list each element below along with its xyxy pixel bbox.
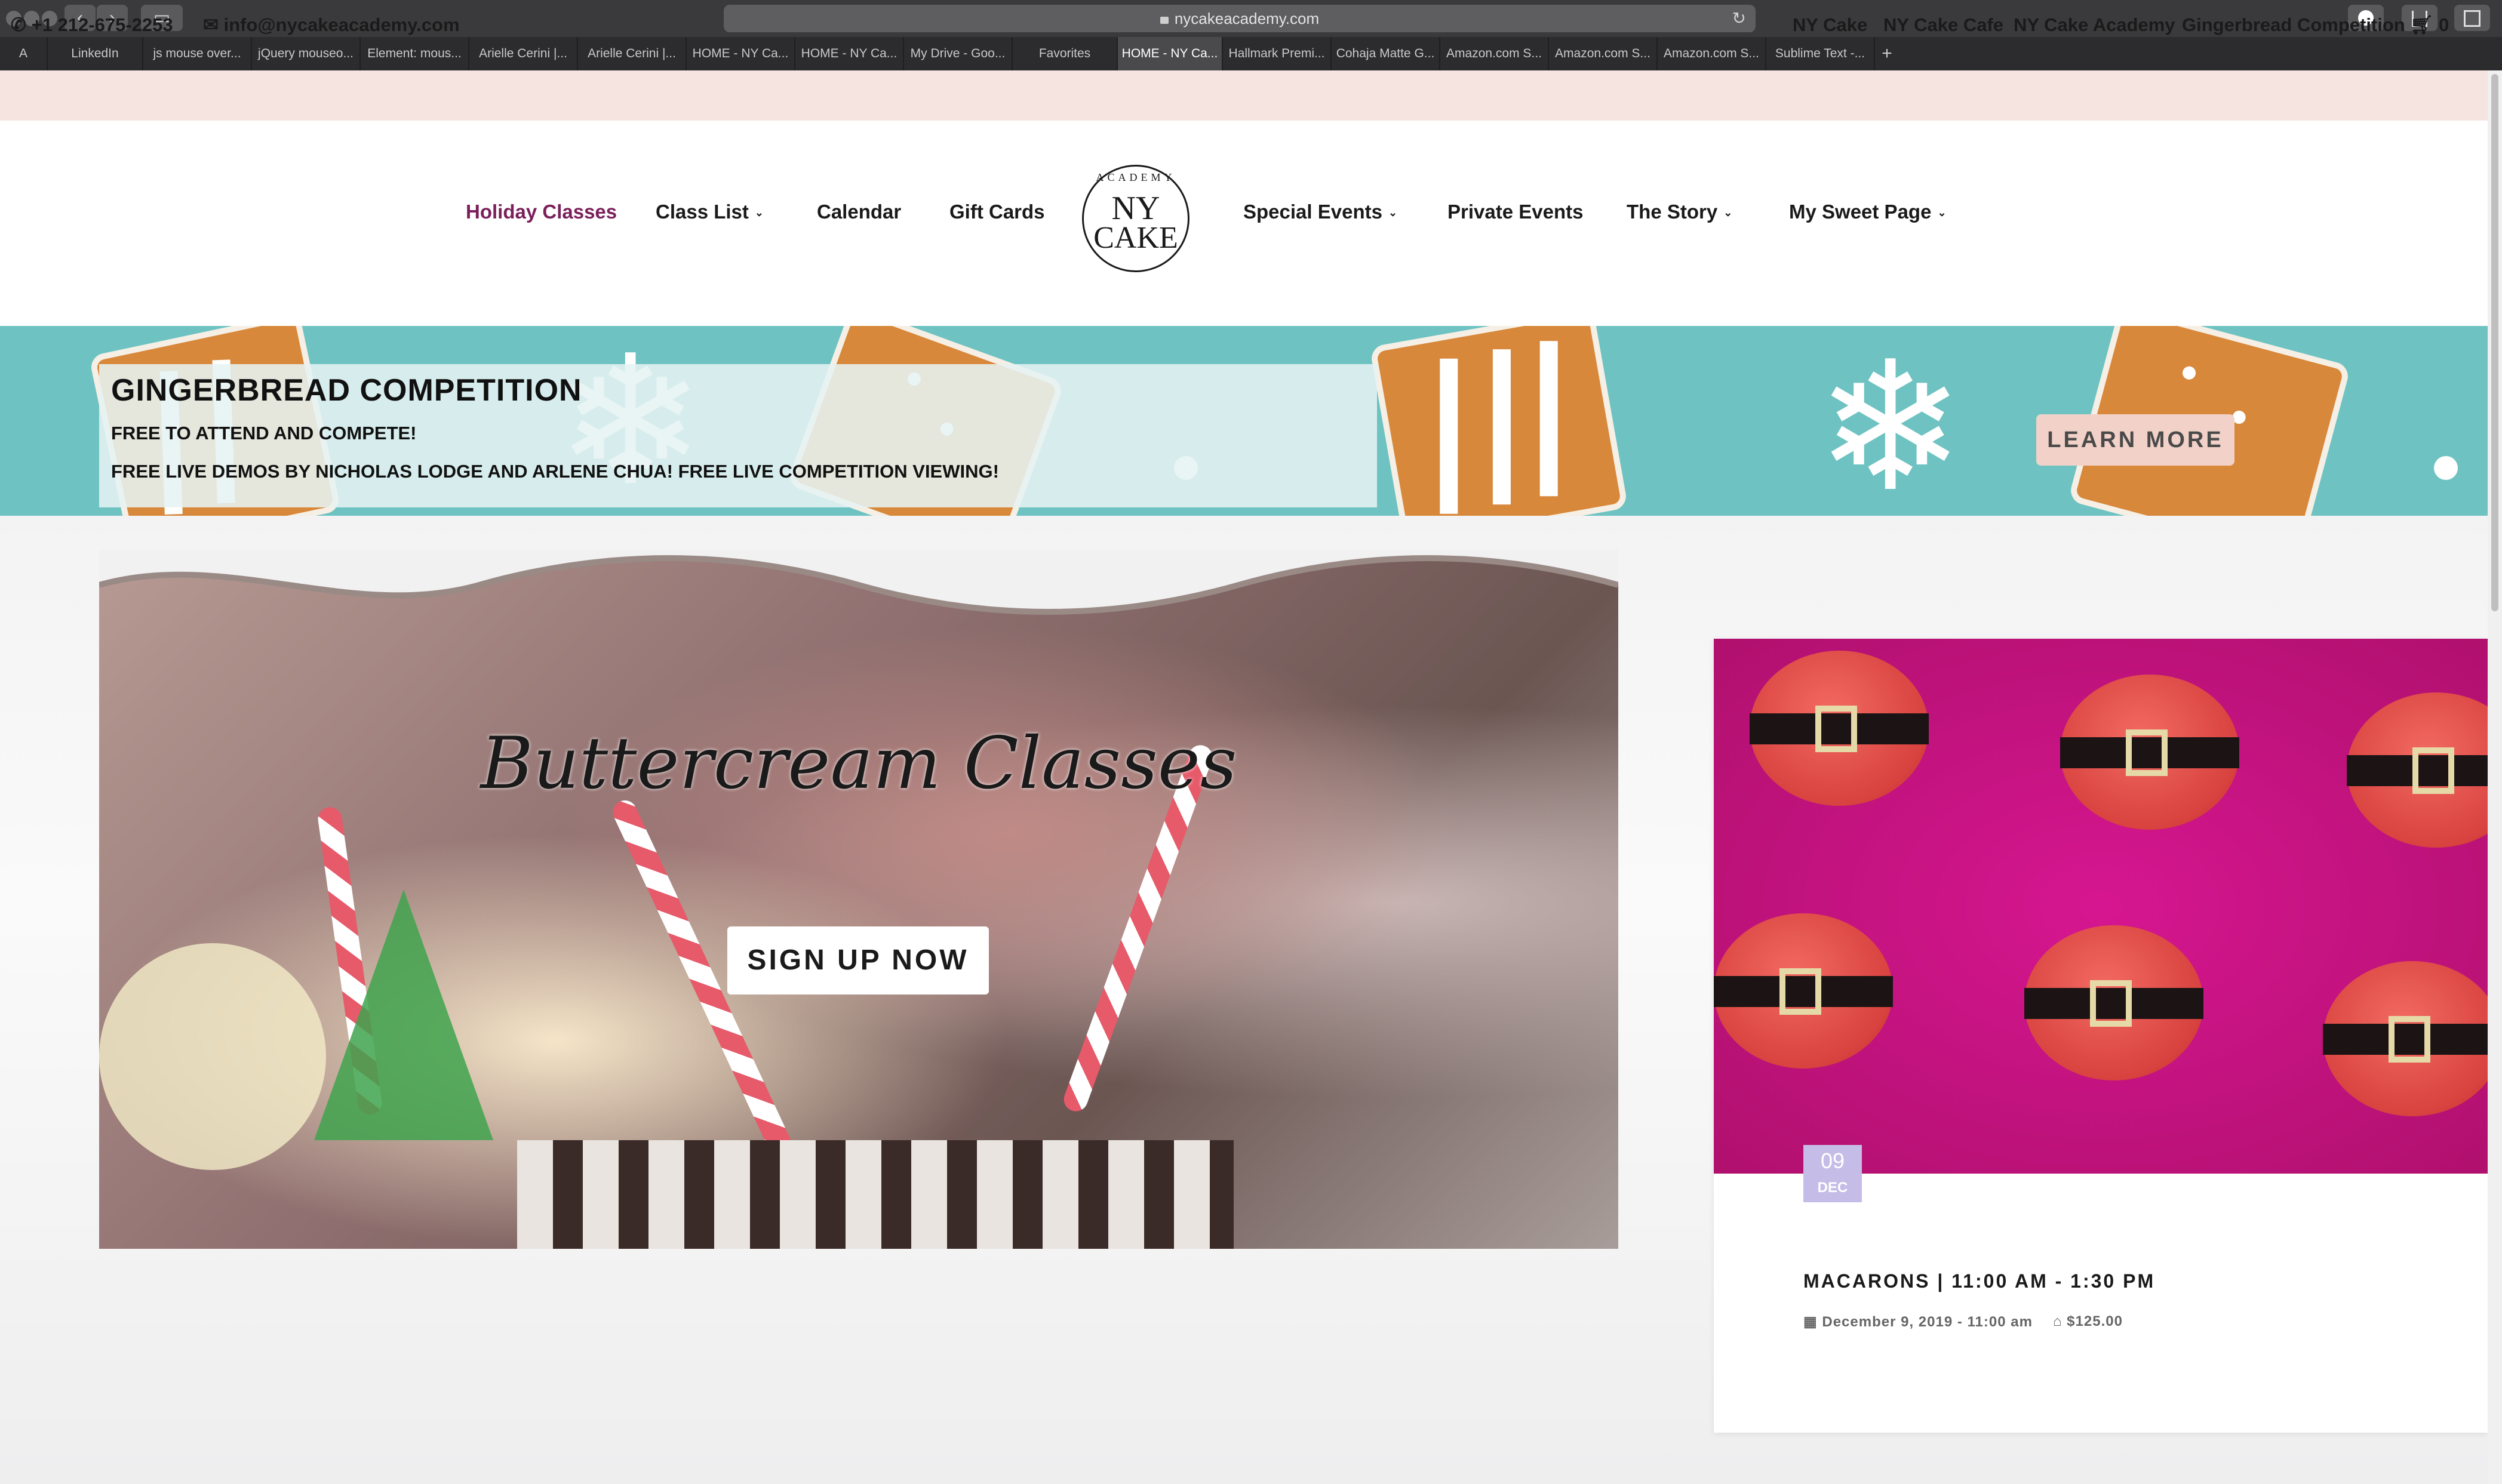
nav-class-list[interactable]: Class List ⌄ — [656, 197, 764, 227]
chevron-down-icon: ⌄ — [1388, 207, 1398, 218]
top-link-ny-cake-cafe[interactable]: NY Cake Cafe — [1883, 0, 2003, 50]
browser-tab[interactable]: Amazon.com S... — [1440, 37, 1549, 70]
browser-tab[interactable]: HOME - NY Ca... — [1118, 37, 1223, 70]
event-date: ▦ December 9, 2019 - 11:00 am — [1803, 1313, 2033, 1331]
tabs-overview-button[interactable] — [2454, 5, 2490, 31]
event-day: 09 — [1820, 1149, 1845, 1173]
cart-link[interactable]: 🛒︎ 0 — [2410, 0, 2449, 50]
macaron-image — [1714, 913, 1893, 1069]
browser-tab[interactable]: Cohaja Matte G... — [1332, 37, 1440, 70]
phone-link[interactable]: ✆ +1 212-675-2253 — [11, 0, 173, 50]
nav-my-sweet-page-label: My Sweet Page — [1789, 201, 1932, 223]
chevron-down-icon: ⌄ — [754, 207, 764, 218]
lock-icon — [1160, 17, 1169, 24]
cake-drip-image — [517, 1140, 1234, 1249]
macaron-image — [2024, 925, 2203, 1080]
browser-tab[interactable]: Hallmark Premi... — [1223, 37, 1332, 70]
email-address: info@nycakeacademy.com — [223, 14, 460, 35]
buttercream-hero-image[interactable] — [99, 555, 1618, 1249]
nav-the-story[interactable]: The Story ⌄ — [1627, 197, 1732, 227]
macaron-image — [2323, 961, 2488, 1116]
main-navigation: Holiday Classes Class List ⌄ Calendar Gif… — [0, 121, 2502, 300]
ny-cake-academy-logo[interactable]: ACADEMY NY CAKE — [1082, 165, 1189, 272]
top-link-ny-cake-academy[interactable]: NY Cake Academy — [2014, 0, 2175, 50]
nav-calendar[interactable]: Calendar — [817, 197, 901, 227]
calendar-icon: ▦ — [1803, 1314, 1818, 1330]
hero-title: Buttercream Classes — [480, 722, 1237, 805]
chevron-down-icon: ⌄ — [1723, 207, 1733, 218]
url-text: nycakeacademy.com — [1174, 10, 1320, 27]
gingerbread-line-1: FREE TO ATTEND AND COMPETE! — [111, 423, 417, 444]
macarons-event-image[interactable] — [1714, 639, 2488, 1174]
browser-tab[interactable]: Amazon.com S... — [1549, 37, 1658, 70]
cart-count: 0 — [2438, 14, 2449, 35]
logo-academy-text: ACADEMY — [1096, 171, 1176, 183]
frosting-image — [99, 943, 326, 1170]
logo-cake-text: CAKE — [1093, 221, 1178, 255]
browser-tab[interactable]: Arielle Cerini |... — [578, 37, 687, 70]
gingerbread-line-2: FREE LIVE DEMOS BY NICHOLAS LODGE AND AR… — [111, 461, 999, 482]
price-basket-icon: ⌂ — [2053, 1313, 2063, 1329]
top-link-ny-cake[interactable]: NY Cake — [1793, 0, 1867, 50]
gingerbread-title: GINGERBREAD COMPETITION — [111, 373, 582, 408]
snow-dot — [2434, 456, 2458, 480]
nav-class-list-label: Class List — [656, 201, 749, 223]
email-link[interactable]: ✉ info@nycakeacademy.com — [203, 0, 460, 50]
event-date-badge: 09 DEC — [1803, 1145, 1862, 1202]
nav-special-events-label: Special Events — [1243, 201, 1382, 223]
nav-the-story-label: The Story — [1627, 201, 1718, 223]
cart-icon: 🛒︎ — [2410, 14, 2434, 35]
event-date-text: December 9, 2019 - 11:00 am — [1822, 1314, 2033, 1330]
nav-holiday-classes[interactable]: Holiday Classes — [466, 197, 617, 227]
top-link-gingerbread-competition[interactable]: Gingerbread Competition — [2182, 0, 2405, 50]
browser-tab[interactable]: Favorites — [1013, 37, 1118, 70]
nav-gift-cards[interactable]: Gift Cards — [949, 197, 1045, 227]
scrollbar-thumb[interactable] — [2491, 74, 2498, 611]
nav-special-events[interactable]: Special Events ⌄ — [1243, 197, 1397, 227]
nav-my-sweet-page[interactable]: My Sweet Page ⌄ — [1789, 197, 1947, 227]
reload-icon[interactable]: ↻ — [1732, 5, 1746, 32]
address-bar[interactable]: nycakeacademy.com ↻ — [724, 5, 1756, 32]
hero-wave-border — [99, 549, 1618, 615]
phone-icon: ✆ — [11, 14, 26, 35]
nav-private-events[interactable]: Private Events — [1447, 197, 1583, 227]
browser-tab[interactable]: My Drive - Goo... — [904, 37, 1013, 70]
snowflake-icon: ❄ — [1815, 326, 1966, 516]
browser-tab[interactable]: Amazon.com S... — [1658, 37, 1766, 70]
event-price: ⌂ $125.00 — [2053, 1313, 2123, 1330]
browser-tab[interactable]: HOME - NY Ca... — [795, 37, 904, 70]
event-month: DEC — [1817, 1180, 1848, 1196]
envelope-icon: ✉ — [203, 14, 219, 35]
learn-more-button[interactable]: LEARN MORE — [2036, 414, 2234, 466]
contact-bar — [0, 70, 2502, 121]
event-price-text: $125.00 — [2067, 1313, 2123, 1329]
event-title[interactable]: MACARONS | 11:00 AM - 1:30 PM — [1803, 1270, 2155, 1292]
browser-tab[interactable]: Arielle Cerini |... — [469, 37, 578, 70]
browser-tab[interactable]: HOME - NY Ca... — [687, 37, 795, 70]
tabs-icon — [2464, 10, 2481, 27]
gingerbread-cookie-image — [1369, 326, 1628, 516]
macaron-image — [2060, 675, 2239, 830]
macaron-image — [2347, 692, 2488, 848]
phone-number: +1 212-675-2253 — [31, 14, 173, 35]
macaron-image — [1750, 651, 1929, 806]
sign-up-now-button[interactable]: SIGN UP NOW — [727, 926, 989, 995]
chevron-down-icon: ⌄ — [1937, 207, 1947, 218]
